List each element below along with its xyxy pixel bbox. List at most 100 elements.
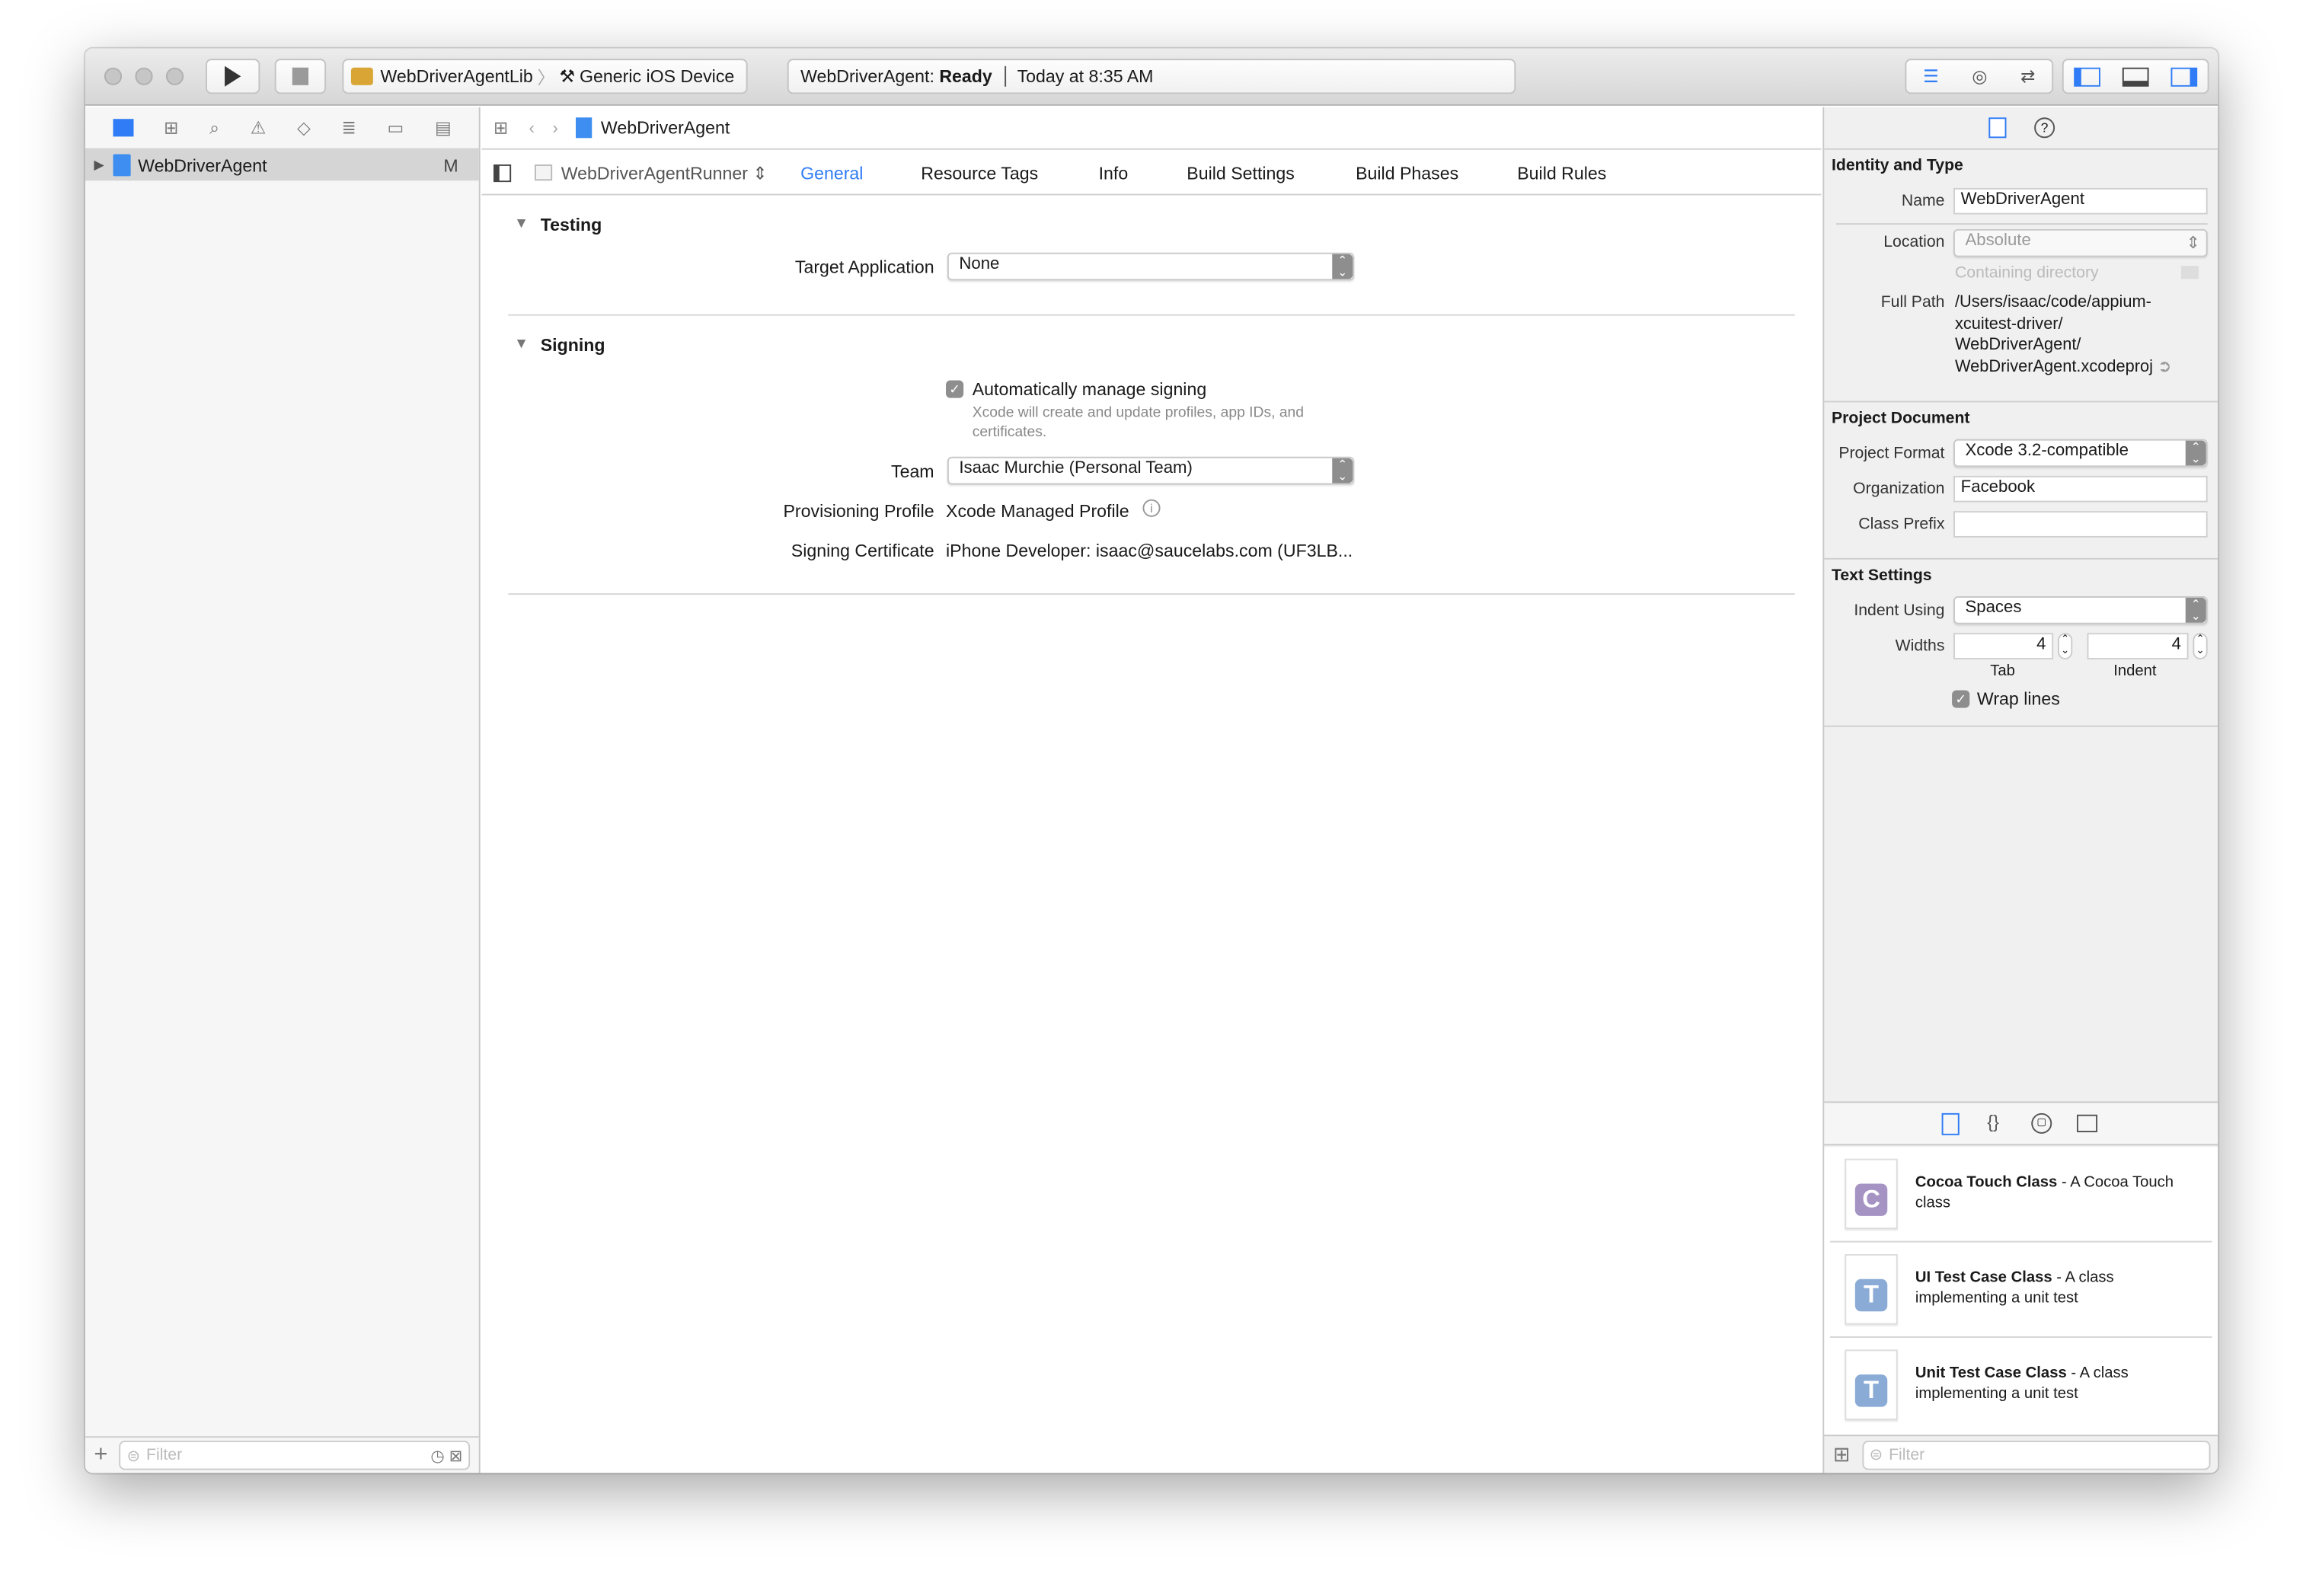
forward-icon[interactable]: › (552, 117, 558, 138)
warning-icon[interactable]: ⚠ (251, 117, 267, 138)
toolbar: WebDriverAgentLib 〉 ⚒ Generic iOS Device… (85, 48, 2218, 106)
minimize-window-button[interactable] (135, 67, 153, 85)
navigator-filter-bar: + ⊜ Filter ◷ ⊠ (85, 1436, 479, 1473)
tab-caption: Tab (1990, 662, 2015, 680)
folder-icon[interactable] (2180, 266, 2199, 279)
full-path-line-last: WebDriverAgent.xcodeproj ➲ (1955, 356, 2171, 378)
wrap-lines-checkbox[interactable]: ✓ (1952, 690, 1970, 708)
hammer-icon: ⚒ (559, 65, 576, 87)
standard-editor-icon[interactable]: ☰ (1923, 66, 1939, 87)
project-format-popup[interactable]: Xcode 3.2-compatible ⌃ ⌄ (1953, 439, 2208, 468)
info-icon[interactable]: i (1142, 499, 1161, 517)
reveal-in-finder-icon[interactable]: ➲ (2158, 358, 2171, 375)
list-item[interactable]: ▶ WebDriverAgent M (85, 149, 479, 181)
toggle-inspector-icon[interactable] (2170, 66, 2197, 86)
breakpoint-icon[interactable]: ▭ (387, 117, 404, 138)
activity-viewer: WebDriverAgent: Ready Today at 8:35 AM (787, 59, 1516, 94)
scm-filter-icon[interactable]: ⊠ (449, 1446, 463, 1465)
destination-name: Generic iOS Device (580, 65, 735, 87)
team-value: Isaac Murchie (Personal Team) (959, 459, 1193, 477)
tab-width-stepper[interactable]: ⌃ ⌄ (2057, 633, 2073, 659)
quick-help-icon[interactable]: ? (2034, 117, 2055, 139)
target-application-value: None (959, 255, 1000, 273)
project-format-value: Xcode 3.2-compatible (1965, 442, 2129, 460)
test-diamond-icon[interactable]: ◇ (297, 117, 311, 138)
add-icon[interactable]: + (94, 1442, 107, 1469)
back-icon[interactable]: ‹ (529, 117, 535, 138)
tab-info[interactable]: Info (1099, 163, 1129, 184)
stop-button[interactable] (274, 59, 327, 94)
file-template-library-icon[interactable] (1941, 1112, 1960, 1135)
file-icon: T (1845, 1349, 1898, 1420)
tab-general[interactable]: General (800, 163, 863, 184)
close-window-button[interactable] (104, 67, 123, 85)
location-label: Location (1883, 233, 1945, 251)
updown-chevron-icon: ⌃ ⌄ (2185, 440, 2206, 466)
toggle-debug-area-icon[interactable] (2122, 66, 2149, 86)
chevron-right-icon: 〉 (537, 66, 555, 88)
file-inspector-icon[interactable] (1988, 117, 2007, 139)
target-application-label: Target Application (794, 257, 934, 278)
identity-title: Identity and Type (1831, 157, 1963, 175)
template-item-cocoa-touch-class[interactable]: C Cocoa Touch Class - A Cocoa Touch clas… (1830, 1147, 2212, 1243)
tab-resource-tags[interactable]: Resource Tags (921, 163, 1038, 184)
target-application-popup[interactable]: None ⌃ ⌄ (947, 252, 1355, 281)
disclosure-triangle-icon[interactable]: ▼ (514, 337, 529, 353)
recent-files-icon[interactable]: ◷ (430, 1446, 445, 1465)
zoom-window-button[interactable] (165, 67, 184, 85)
object-library-icon[interactable]: ▢ (2031, 1112, 2052, 1134)
divider (508, 314, 1795, 316)
tab-build-phases[interactable]: Build Phases (1356, 163, 1458, 184)
filter-placeholder: Filter (146, 1446, 183, 1464)
disclosure-triangle-icon[interactable]: ▶ (94, 157, 104, 173)
library-filter-input[interactable]: ⊜ Filter (1861, 1439, 2211, 1470)
class-prefix-label: Class Prefix (1858, 515, 1945, 534)
toggle-navigator-icon[interactable] (2074, 66, 2101, 86)
indent-using-popup[interactable]: Spaces ⌃ ⌄ (1953, 596, 2208, 624)
template-item-ui-test-case-class[interactable]: T UI Test Case Class - A class implement… (1830, 1243, 2212, 1338)
activity-status: Ready (939, 65, 992, 87)
name-field[interactable]: WebDriverAgent (1953, 187, 2208, 215)
debug-list-icon[interactable]: ≣ (341, 117, 356, 138)
play-icon (225, 65, 241, 87)
divider (508, 593, 1795, 595)
location-popup[interactable]: Absolute ⇕ (1953, 228, 2208, 257)
tab-build-rules[interactable]: Build Rules (1517, 163, 1606, 184)
stop-icon (292, 67, 309, 85)
full-path-line: xcuitest-driver/ (1954, 314, 2063, 333)
inspector-tabs: ? (1824, 107, 2218, 150)
template-item-unit-test-case-class[interactable]: T Unit Test Case Class - A class impleme… (1830, 1338, 2212, 1433)
class-prefix-field[interactable] (1953, 511, 2208, 538)
assistant-editor-icon[interactable]: ◎ (1972, 66, 1987, 87)
search-icon[interactable]: ⌕ (209, 117, 219, 139)
team-popup[interactable]: Isaac Murchie (Personal Team) ⌃ ⌄ (947, 456, 1355, 485)
indent-caption: Indent (2113, 662, 2157, 680)
run-button[interactable] (206, 59, 260, 94)
auto-manage-signing-checkbox[interactable]: ✓ (946, 380, 964, 398)
disclosure-triangle-icon[interactable]: ▼ (514, 216, 529, 232)
wrap-lines-label: Wrap lines (1976, 688, 2060, 710)
target-selector[interactable]: WebDriverAgentRunner ⇕ (535, 162, 768, 183)
folder-icon[interactable] (112, 119, 133, 137)
report-icon[interactable]: ▤ (435, 117, 452, 138)
scheme-selector[interactable]: WebDriverAgentLib 〉 ⚒ Generic iOS Device (342, 59, 748, 94)
media-library-icon[interactable] (2077, 1114, 2098, 1132)
filter-input[interactable]: ⊜ Filter ◷ ⊠ (119, 1440, 471, 1470)
toolbox-icon (350, 67, 373, 85)
toggle-targets-list-icon[interactable] (494, 164, 512, 182)
organization-field[interactable]: Facebook (1953, 475, 2208, 503)
indent-width-stepper[interactable]: ⌃ ⌄ (2193, 633, 2208, 659)
jump-bar-file[interactable]: WebDriverAgent (601, 117, 730, 138)
grid-view-icon[interactable]: ⊞ (1833, 1442, 1851, 1467)
tab-build-settings[interactable]: Build Settings (1187, 163, 1295, 184)
indent-width-field[interactable]: 4 (2087, 633, 2189, 659)
symbol-navigator-icon[interactable]: ⊞ (164, 117, 178, 138)
jump-bar: ⊞ ‹ › WebDriverAgent (481, 107, 1822, 150)
tab-width-field[interactable]: 4 (1953, 633, 2054, 659)
indent-using-label: Indent Using (1854, 602, 1945, 620)
project-navigator: ⊞ ⌕ ⚠ ◇ ≣ ▭ ▤ ▶ WebDriverAgent M + ⊜ Fil… (85, 107, 481, 1473)
code-snippet-library-icon[interactable]: {} (1987, 1112, 1998, 1132)
related-items-icon[interactable]: ⊞ (494, 117, 508, 138)
version-editor-icon[interactable]: ⇄ (2020, 66, 2035, 87)
updown-chevron-icon: ⌃ ⌄ (1332, 254, 1353, 279)
